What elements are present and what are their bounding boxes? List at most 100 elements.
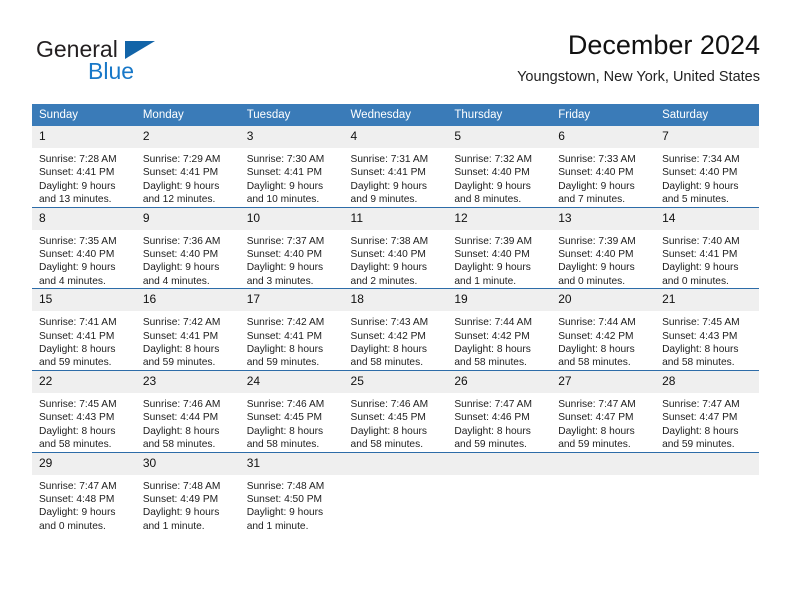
calendar-day-cell[interactable]: 30 Sunrise: 7:48 AM Sunset: 4:49 PM Dayligh…	[135, 451, 240, 534]
sunrise-text: Sunrise: 7:46 AM	[142, 398, 221, 410]
calendar-day-cell[interactable]: 11 Sunrise: 7:38 AM Sunset: 4:40 PM Dayligh…	[343, 206, 448, 289]
sunset-text: Sunset: 4:47 PM	[558, 412, 634, 424]
day-number: 8	[32, 207, 136, 230]
sunrise-text: Sunrise: 7:47 AM	[39, 480, 117, 492]
daylight-text-line2: and 58 minutes.	[454, 357, 527, 369]
calendar-day-cell[interactable]: 4 Sunrise: 7:31 AM Sunset: 4:41 PM Daylight…	[343, 126, 448, 207]
day-number: 10	[239, 207, 344, 230]
calendar-day-cell[interactable]: 14 Sunrise: 7:40 AM Sunset: 4:41 PM Dayligh…	[655, 206, 759, 289]
day-details: Sunrise: 7:28 AM Sunset: 4:41 PM Daylight:…	[32, 148, 136, 207]
sunrise-text: Sunrise: 7:47 AM	[662, 398, 740, 410]
calendar-day-cell[interactable]: 2 Sunrise: 7:29 AM Sunset: 4:41 PM Daylight…	[135, 126, 240, 207]
calendar-day-cell[interactable]: 5 Sunrise: 7:32 AM Sunset: 4:40 PM Daylight…	[447, 126, 552, 207]
sunset-text: Sunset: 4:50 PM	[246, 493, 323, 505]
sunrise-text: Sunrise: 7:33 AM	[558, 154, 636, 165]
calendar-day-cell[interactable]: 17 Sunrise: 7:42 AM Sunset: 4:41 PM Dayligh…	[239, 288, 344, 371]
day-number: 4	[343, 126, 448, 148]
sunset-text: Sunset: 4:44 PM	[142, 412, 219, 424]
calendar-day-cell[interactable]: 1 Sunrise: 7:28 AM Sunset: 4:41 PM Daylight…	[32, 126, 136, 207]
day-number: 31	[239, 452, 344, 475]
sunset-text: Sunset: 4:41 PM	[142, 167, 219, 179]
day-details	[551, 475, 655, 480]
sunset-text: Sunset: 4:41 PM	[662, 249, 738, 261]
daylight-text-line2: and 0 minutes.	[558, 275, 626, 287]
calendar-day-cell[interactable]: 20 Sunrise: 7:44 AM Sunset: 4:42 PM Dayligh…	[551, 288, 656, 371]
sunrise-text: Sunrise: 7:46 AM	[350, 398, 429, 410]
day-number: 27	[551, 370, 656, 393]
daylight-text-line2: and 59 minutes.	[454, 439, 527, 451]
calendar-day-cell[interactable]: 13 Sunrise: 7:39 AM Sunset: 4:40 PM Dayligh…	[551, 206, 656, 289]
daylight-text-line1: Daylight: 8 hours	[558, 344, 635, 356]
sunrise-text: Sunrise: 7:45 AM	[662, 317, 740, 329]
calendar-week-row: 15 Sunrise: 7:41 AM Sunset: 4:41 PM Dayligh…	[32, 288, 759, 371]
calendar-day-cell[interactable]: 12 Sunrise: 7:39 AM Sunset: 4:40 PM Dayligh…	[447, 206, 552, 289]
calendar-day-cell[interactable]: 9 Sunrise: 7:36 AM Sunset: 4:40 PM Daylight…	[135, 206, 240, 289]
day-details	[655, 475, 759, 480]
calendar-day-cell[interactable]: 29 Sunrise: 7:47 AM Sunset: 4:48 PM Dayligh…	[32, 451, 136, 534]
calendar-day-cell[interactable]: 25 Sunrise: 7:46 AM Sunset: 4:45 PM Dayligh…	[343, 369, 448, 452]
daylight-text-line2: and 58 minutes.	[39, 439, 112, 451]
sunrise-text: Sunrise: 7:48 AM	[246, 480, 325, 492]
sunrise-text: Sunrise: 7:45 AM	[39, 398, 117, 410]
sunset-text: Sunset: 4:40 PM	[142, 249, 219, 261]
calendar-day-cell[interactable]: 3 Sunrise: 7:30 AM Sunset: 4:41 PM Daylight…	[239, 126, 344, 207]
day-details: Sunrise: 7:48 AM Sunset: 4:49 PM Daylight:…	[136, 475, 240, 534]
sunset-text: Sunset: 4:45 PM	[350, 412, 426, 424]
daylight-text-line2: and 2 minutes.	[350, 275, 418, 287]
daylight-text-line1: Daylight: 9 hours	[246, 180, 324, 192]
day-details: Sunrise: 7:35 AM Sunset: 4:40 PM Daylight:…	[32, 230, 136, 289]
sunset-text: Sunset: 4:41 PM	[350, 167, 426, 179]
sunset-text: Sunset: 4:49 PM	[142, 493, 219, 505]
sunrise-text: Sunrise: 7:32 AM	[454, 154, 532, 165]
daylight-text-line1: Daylight: 8 hours	[142, 344, 220, 356]
sunrise-text: Sunrise: 7:31 AM	[350, 154, 429, 165]
general-blue-logo[interactable]: General Blue	[32, 36, 252, 92]
daylight-text-line1: Daylight: 8 hours	[350, 344, 427, 356]
calendar-day-cell[interactable]: 7 Sunrise: 7:34 AM Sunset: 4:40 PM Daylight…	[655, 126, 759, 207]
day-details: Sunrise: 7:46 AM Sunset: 4:45 PM Daylight:…	[344, 393, 448, 452]
calendar-day-cell[interactable]: 26 Sunrise: 7:47 AM Sunset: 4:46 PM Dayligh…	[447, 369, 552, 452]
calendar-day-cell[interactable]: 28 Sunrise: 7:47 AM Sunset: 4:47 PM Dayligh…	[655, 369, 759, 452]
day-details: Sunrise: 7:43 AM Sunset: 4:42 PM Daylight:…	[344, 311, 448, 370]
daylight-text-line1: Daylight: 8 hours	[142, 425, 220, 437]
sunset-text: Sunset: 4:46 PM	[454, 412, 530, 424]
calendar-day-cell[interactable]: 24 Sunrise: 7:46 AM Sunset: 4:45 PM Dayligh…	[239, 369, 344, 452]
page-subtitle: Youngstown, New York, United States	[517, 69, 760, 85]
calendar-body: 1 Sunrise: 7:28 AM Sunset: 4:41 PM Daylight…	[32, 126, 759, 534]
daylight-text-line2: and 8 minutes.	[454, 194, 522, 206]
calendar-day-cell[interactable]: 6 Sunrise: 7:33 AM Sunset: 4:40 PM Daylight…	[551, 126, 656, 207]
sunrise-text: Sunrise: 7:35 AM	[39, 235, 117, 247]
weekday-header-saturday: Saturday	[655, 104, 759, 126]
day-details: Sunrise: 7:47 AM Sunset: 4:47 PM Daylight:…	[551, 393, 655, 452]
day-number: 2	[135, 126, 240, 148]
calendar-day-cell[interactable]: 23 Sunrise: 7:46 AM Sunset: 4:44 PM Dayligh…	[135, 369, 240, 452]
day-number: 17	[239, 289, 344, 312]
weekday-header-monday: Monday	[135, 104, 240, 126]
calendar-day-cell[interactable]: 8 Sunrise: 7:35 AM Sunset: 4:40 PM Daylight…	[32, 206, 136, 289]
day-number	[447, 452, 552, 475]
calendar-day-cell[interactable]: 22 Sunrise: 7:45 AM Sunset: 4:43 PM Dayligh…	[32, 369, 136, 452]
sunset-text: Sunset: 4:41 PM	[39, 167, 115, 179]
calendar-day-cell[interactable]: 10 Sunrise: 7:37 AM Sunset: 4:40 PM Dayligh…	[239, 206, 344, 289]
daylight-text-line1: Daylight: 8 hours	[558, 425, 635, 437]
calendar-day-cell[interactable]: 16 Sunrise: 7:42 AM Sunset: 4:41 PM Dayligh…	[135, 288, 240, 371]
day-details: Sunrise: 7:42 AM Sunset: 4:41 PM Daylight:…	[136, 311, 240, 370]
calendar-day-cell[interactable]: 19 Sunrise: 7:44 AM Sunset: 4:42 PM Dayligh…	[447, 288, 552, 371]
day-details: Sunrise: 7:39 AM Sunset: 4:40 PM Daylight:…	[447, 230, 551, 289]
sunset-text: Sunset: 4:47 PM	[662, 412, 738, 424]
daylight-text-line1: Daylight: 9 hours	[454, 180, 531, 192]
calendar-day-cell[interactable]: 18 Sunrise: 7:43 AM Sunset: 4:42 PM Dayligh…	[343, 288, 448, 371]
day-details: Sunrise: 7:48 AM Sunset: 4:50 PM Daylight:…	[240, 475, 344, 534]
calendar-day-cell[interactable]: 27 Sunrise: 7:47 AM Sunset: 4:47 PM Dayligh…	[551, 369, 656, 452]
sunrise-text: Sunrise: 7:36 AM	[142, 235, 221, 247]
sunrise-text: Sunrise: 7:47 AM	[558, 398, 636, 410]
calendar-day-cell[interactable]: 21 Sunrise: 7:45 AM Sunset: 4:43 PM Dayligh…	[655, 288, 759, 371]
sunrise-text: Sunrise: 7:43 AM	[350, 317, 429, 329]
sunset-text: Sunset: 4:42 PM	[558, 330, 634, 342]
day-number: 9	[135, 207, 240, 230]
day-number: 25	[343, 370, 448, 393]
day-number: 12	[447, 207, 552, 230]
calendar-day-cell[interactable]: 31 Sunrise: 7:48 AM Sunset: 4:50 PM Dayligh…	[239, 451, 344, 534]
calendar-day-cell[interactable]: 15 Sunrise: 7:41 AM Sunset: 4:41 PM Dayligh…	[32, 288, 136, 371]
sunset-text: Sunset: 4:40 PM	[454, 167, 530, 179]
